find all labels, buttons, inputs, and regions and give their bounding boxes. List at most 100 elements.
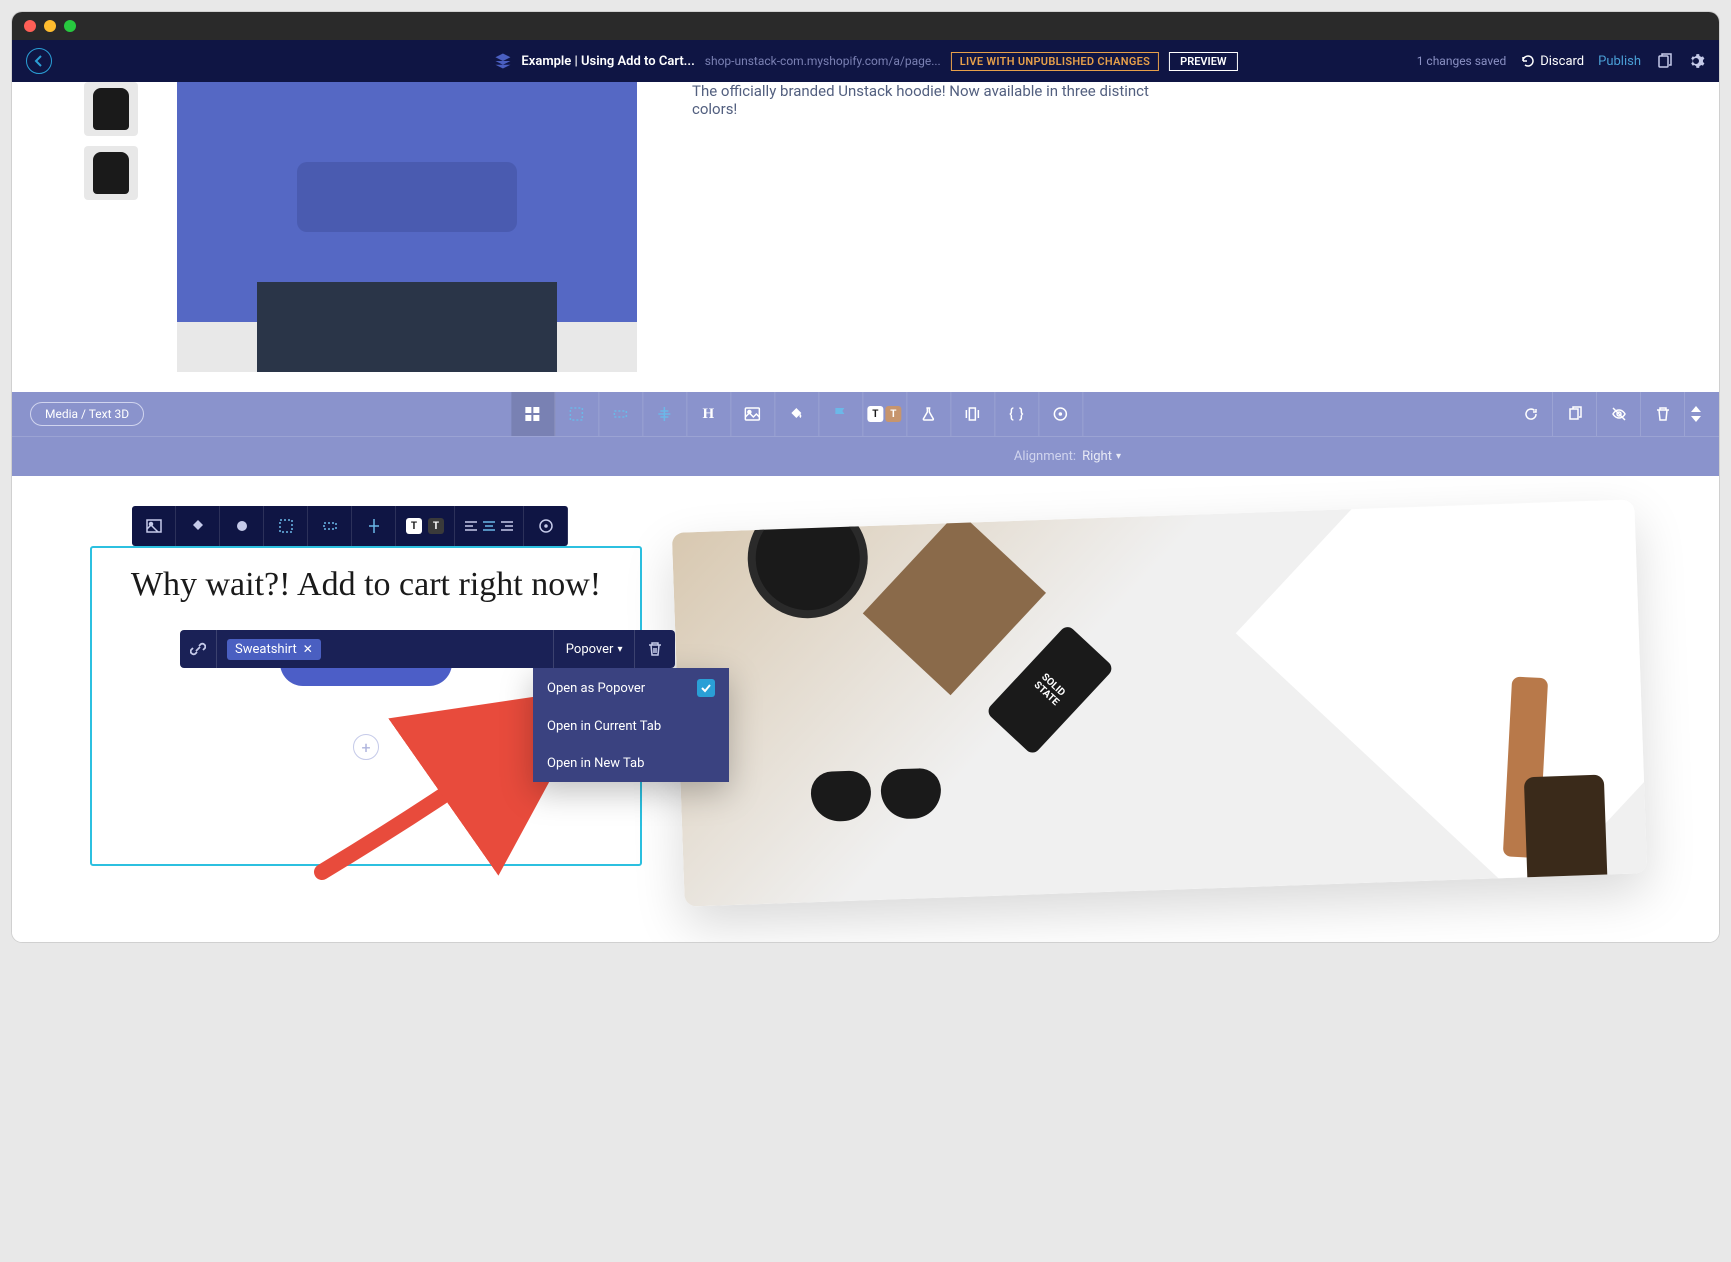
dropdown-option-new-tab[interactable]: Open in New Tab bbox=[533, 745, 729, 782]
alignment-select[interactable]: Right ▾ bbox=[1082, 449, 1121, 464]
heading-button[interactable]: H bbox=[687, 392, 731, 436]
discard-button[interactable]: Discard bbox=[1520, 53, 1584, 69]
link-url-input[interactable] bbox=[327, 630, 543, 668]
align-center-icon bbox=[656, 406, 672, 422]
product-section: The officially branded Unstack hoodie! N… bbox=[12, 82, 1719, 382]
width-button[interactable] bbox=[599, 392, 643, 436]
code-button[interactable] bbox=[995, 392, 1039, 436]
target-button[interactable] bbox=[1039, 392, 1083, 436]
selection-tool[interactable] bbox=[264, 506, 308, 546]
thumbnail-1[interactable] bbox=[84, 82, 138, 136]
image-tool[interactable] bbox=[132, 506, 176, 546]
flag-icon bbox=[832, 406, 848, 422]
add-element-button[interactable]: + bbox=[353, 734, 379, 760]
image-icon bbox=[744, 406, 760, 422]
refresh-icon bbox=[1523, 406, 1539, 422]
chevron-down-icon bbox=[1691, 415, 1701, 423]
align-center-button[interactable] bbox=[643, 392, 687, 436]
fill-tool[interactable] bbox=[176, 506, 220, 546]
text-style-tool[interactable]: TT bbox=[396, 506, 455, 546]
thumbnail-2[interactable] bbox=[84, 146, 138, 200]
headline-text[interactable]: Why wait?! Add to cart right now! bbox=[110, 566, 622, 604]
gear-icon bbox=[1687, 52, 1705, 70]
copy-icon bbox=[1567, 406, 1583, 422]
alignment-row: Alignment: Right ▾ bbox=[12, 436, 1719, 476]
image-button[interactable] bbox=[731, 392, 775, 436]
copy-icon bbox=[1655, 52, 1673, 70]
eye-off-icon bbox=[1611, 406, 1627, 422]
chevron-up-icon bbox=[1691, 405, 1701, 413]
link-behavior-select[interactable]: Popover ▾ bbox=[554, 630, 636, 668]
align-tool[interactable] bbox=[352, 506, 396, 546]
duplicate-button[interactable] bbox=[1553, 392, 1597, 436]
flag-button[interactable] bbox=[819, 392, 863, 436]
publish-button[interactable]: Publish bbox=[1598, 54, 1641, 69]
breadcrumb: Example | Using Add to Cart... shop-unst… bbox=[493, 52, 1237, 71]
link-icon-segment[interactable] bbox=[180, 630, 217, 668]
link-editor-bar: Sweatshirt ✕ Popover ▾ bbox=[180, 630, 675, 668]
link-behavior-dropdown: Open as Popover Open in Current Tab Open… bbox=[533, 668, 729, 782]
settings-button[interactable] bbox=[1687, 52, 1705, 70]
grid-layout-button[interactable] bbox=[511, 392, 555, 436]
target-icon bbox=[538, 518, 554, 534]
shape-tool[interactable] bbox=[220, 506, 264, 546]
element-toolbar: TT bbox=[132, 506, 568, 546]
columns-button[interactable] bbox=[951, 392, 995, 436]
remove-tag-button[interactable]: ✕ bbox=[303, 642, 313, 656]
section-type-pill[interactable]: Media / Text 3D bbox=[30, 402, 144, 426]
toolbar-main-group: H TT bbox=[511, 392, 1083, 436]
refresh-button[interactable] bbox=[1509, 392, 1553, 436]
chevron-down-icon: ▾ bbox=[1116, 451, 1121, 462]
remove-link-button[interactable] bbox=[635, 641, 675, 657]
maximize-window-button[interactable] bbox=[64, 20, 76, 32]
experiment-button[interactable] bbox=[907, 392, 951, 436]
section-toolbar: Media / Text 3D H TT bbox=[12, 392, 1719, 476]
saved-status: 1 changes saved bbox=[1417, 54, 1507, 68]
target-tool[interactable] bbox=[524, 506, 568, 546]
width-tool[interactable] bbox=[308, 506, 352, 546]
editor-topbar: Example | Using Add to Cart... shop-unst… bbox=[12, 40, 1719, 82]
product-main-image[interactable] bbox=[177, 82, 637, 372]
preview-button[interactable]: PREVIEW bbox=[1169, 52, 1237, 71]
media-image[interactable]: SOLIDSTATE bbox=[672, 499, 1647, 906]
media-text-section: TT Why wait?! Add to cart right now! Add… bbox=[12, 476, 1719, 930]
flask-icon bbox=[920, 406, 936, 422]
link-icon bbox=[190, 641, 206, 657]
carousel-icon bbox=[964, 406, 980, 422]
link-target-chip[interactable]: Sweatshirt ✕ bbox=[227, 639, 321, 660]
alignment-label: Alignment: bbox=[1014, 449, 1076, 464]
dropdown-option-label: Open as Popover bbox=[547, 681, 645, 696]
close-window-button[interactable] bbox=[24, 20, 36, 32]
width-icon bbox=[322, 518, 338, 534]
link-target-label: Sweatshirt bbox=[235, 642, 297, 657]
align-left-icon bbox=[465, 521, 477, 531]
align-icon bbox=[366, 518, 382, 534]
thumbnail-list bbox=[84, 82, 138, 200]
topbar-actions: 1 changes saved Discard Publish bbox=[1417, 52, 1705, 70]
chevron-down-icon: ▾ bbox=[617, 644, 622, 655]
braces-icon bbox=[1008, 406, 1024, 422]
visibility-button[interactable] bbox=[1597, 392, 1641, 436]
delete-section-button[interactable] bbox=[1641, 392, 1685, 436]
fill-button[interactable] bbox=[775, 392, 819, 436]
dropdown-option-current-tab[interactable]: Open in Current Tab bbox=[533, 708, 729, 745]
copy-button[interactable] bbox=[1655, 52, 1673, 70]
image-icon bbox=[146, 518, 162, 534]
editor-canvas: The officially branded Unstack hoodie! N… bbox=[12, 82, 1719, 942]
checked-icon bbox=[697, 679, 715, 697]
target-icon bbox=[1052, 406, 1068, 422]
text-align-tool[interactable] bbox=[455, 506, 524, 546]
dropdown-option-label: Open in Current Tab bbox=[547, 719, 661, 734]
link-behavior-label: Popover bbox=[566, 642, 614, 657]
page-url: shop-unstack-com.myshopify.com/a/page... bbox=[705, 54, 941, 68]
reorder-arrows[interactable] bbox=[1691, 405, 1701, 423]
toolbar-right-group bbox=[1509, 392, 1701, 436]
selection-icon bbox=[568, 406, 584, 422]
select-area-button[interactable] bbox=[555, 392, 599, 436]
dropdown-option-popover[interactable]: Open as Popover bbox=[533, 668, 729, 708]
back-button[interactable] bbox=[26, 48, 52, 74]
grid-icon bbox=[524, 406, 540, 422]
minimize-window-button[interactable] bbox=[44, 20, 56, 32]
align-right-icon bbox=[501, 521, 513, 531]
text-style-button[interactable]: TT bbox=[863, 392, 907, 436]
